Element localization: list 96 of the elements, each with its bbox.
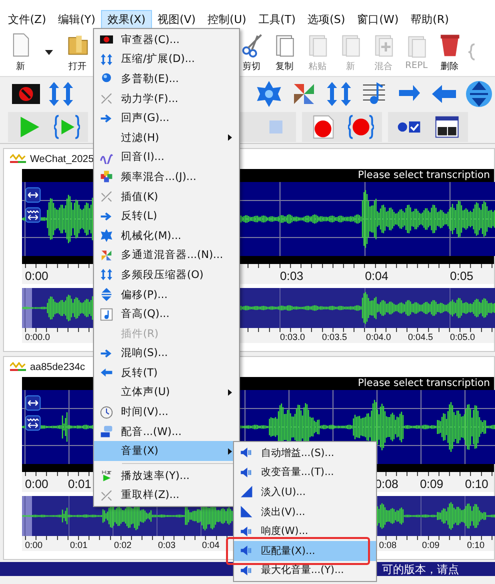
arrows-icon[interactable]: [47, 80, 75, 108]
time-label: 0:10: [467, 540, 485, 550]
menu-item[interactable]: 过滤(H): [94, 128, 239, 148]
toolbar-button[interactable]: 复制: [268, 32, 301, 72]
menu-item[interactable]: 反转(T): [94, 363, 239, 383]
menu-bar-item[interactable]: 效果(X): [101, 10, 152, 28]
menu-item[interactable]: 动力学(F)...: [94, 88, 239, 108]
time-label: 0:09: [422, 540, 440, 550]
time-label: 0:03.0: [280, 332, 306, 342]
time-label: 0:02: [114, 540, 132, 550]
menu-item[interactable]: 频率混合...(J)...: [94, 167, 239, 187]
menu-bar-item[interactable]: 窗口(W): [351, 10, 405, 28]
time-label: 0:03: [280, 269, 304, 283]
arrow-icon: [100, 112, 112, 125]
time-label: 0:05: [450, 269, 474, 283]
time-label: 0:09: [420, 477, 444, 491]
caret-icon[interactable]: [45, 50, 53, 54]
gear-icon[interactable]: [255, 80, 283, 108]
arrow-icon: [100, 346, 112, 360]
time-label: 0:04.5: [408, 332, 434, 342]
menu-item[interactable]: 多频段压缩器(O): [94, 265, 239, 285]
menu-item[interactable]: 多通道混音器...(N)...: [94, 246, 239, 266]
speaker-icon: [240, 524, 252, 538]
time-label: 0:00: [25, 540, 43, 550]
waveform-icon: [10, 362, 26, 372]
menu-bar-item[interactable]: 工具(T): [252, 10, 302, 28]
menu-item[interactable]: 插值(K): [94, 186, 239, 206]
color-blocks-icon: [100, 170, 112, 184]
time-label: 0:01: [68, 477, 92, 491]
status-text: 可的版本，请点: [382, 562, 459, 576]
time-label: 0:01: [70, 540, 88, 550]
stop-sign-icon: [100, 33, 112, 46]
menu-bar-item[interactable]: 视图(V): [152, 10, 202, 28]
waveform-icon: [10, 154, 26, 164]
zoom-handle-icon[interactable]: [25, 395, 41, 411]
banner-text: Please select transcription: [358, 378, 490, 389]
track-title: WeChat_2025: [30, 154, 94, 164]
time-label: 0:04: [202, 540, 220, 550]
time-label: 0:08: [379, 540, 397, 550]
toolbar-button[interactable]: 打开: [61, 32, 94, 72]
menu-item[interactable]: 立体声(U): [94, 382, 239, 402]
arrows-icon: [100, 52, 112, 66]
gear-icon: [100, 229, 112, 242]
menu-item[interactable]: 时间(V)...: [94, 402, 239, 422]
time-label: 0:00.0: [25, 332, 50, 342]
toolbar-button[interactable]: 新: [4, 32, 37, 72]
play-icon: [100, 469, 112, 482]
menu-bar-item[interactable]: 帮助(R): [404, 10, 455, 28]
speaker-icon: [240, 446, 252, 460]
menu-item[interactable]: 音高(Q)...: [94, 304, 239, 324]
ramp-icon: [240, 505, 252, 518]
arrows-icon[interactable]: [325, 80, 353, 108]
menu-item[interactable]: 淡入(U)...: [234, 482, 376, 502]
time-label: 0:10: [465, 477, 488, 491]
window-icon[interactable]: [434, 114, 460, 140]
time-label: 0:05.0: [450, 332, 476, 342]
note-icon: [100, 308, 112, 321]
speaker-icon: [240, 544, 252, 558]
time-label: 0:00: [25, 269, 48, 283]
menu-bar-item[interactable]: 编辑(Y): [52, 10, 102, 28]
menu-item[interactable]: 最大化音量...(Y)...: [234, 560, 376, 580]
speech-icon: [100, 425, 112, 438]
menu-item[interactable]: 反转(L): [94, 206, 239, 226]
time-label: 0:03: [158, 540, 176, 550]
time-label: 0:04: [365, 269, 388, 283]
time-label: 0:00: [25, 477, 48, 491]
banner-text: Please select transcription: [358, 170, 490, 181]
up-down-icon: [100, 288, 112, 302]
menu-item[interactable]: 混响(S)...: [94, 344, 239, 364]
zoom-handle-icon[interactable]: [25, 415, 41, 431]
speaker-icon: [240, 466, 252, 479]
menu-item[interactable]: 响度(W)...: [234, 521, 376, 541]
pinwheel-icon: [100, 248, 112, 262]
menu-bar-item[interactable]: 控制(U): [202, 10, 252, 28]
menu-item[interactable]: 配音...(W)...: [94, 422, 239, 442]
zoom-handle-icon[interactable]: [25, 187, 41, 203]
clock-icon: [100, 406, 112, 419]
menu-item[interactable]: 偏移(P)...: [94, 284, 239, 304]
menu-item[interactable]: 回音(I)...: [94, 148, 239, 168]
toolbar-button[interactable]: 删除: [433, 32, 466, 72]
time-label: 0:03.5: [322, 332, 348, 342]
menu-item[interactable]: 改变音量...(T)...: [234, 462, 376, 482]
time-label: 0:04.0: [366, 332, 392, 342]
up-down-icon[interactable]: [465, 80, 493, 108]
menu-item[interactable]: 机械化(M)...: [94, 226, 239, 246]
zoom-handle-icon[interactable]: [25, 207, 41, 223]
menu-bar-item[interactable]: 选项(S): [302, 10, 352, 28]
play-icon[interactable]: [54, 114, 80, 140]
record-icon[interactable]: [348, 114, 374, 140]
arrows-icon: [100, 268, 112, 282]
menu-item[interactable]: 回声(G)...: [94, 108, 239, 128]
arrow-icon: [100, 210, 112, 223]
menu-item[interactable]: 淡出(V)...: [234, 502, 376, 522]
track-title: aa85de234c: [30, 362, 86, 372]
menu-bar-item[interactable]: 文件(Z): [2, 10, 52, 28]
speaker-icon: [240, 564, 252, 577]
